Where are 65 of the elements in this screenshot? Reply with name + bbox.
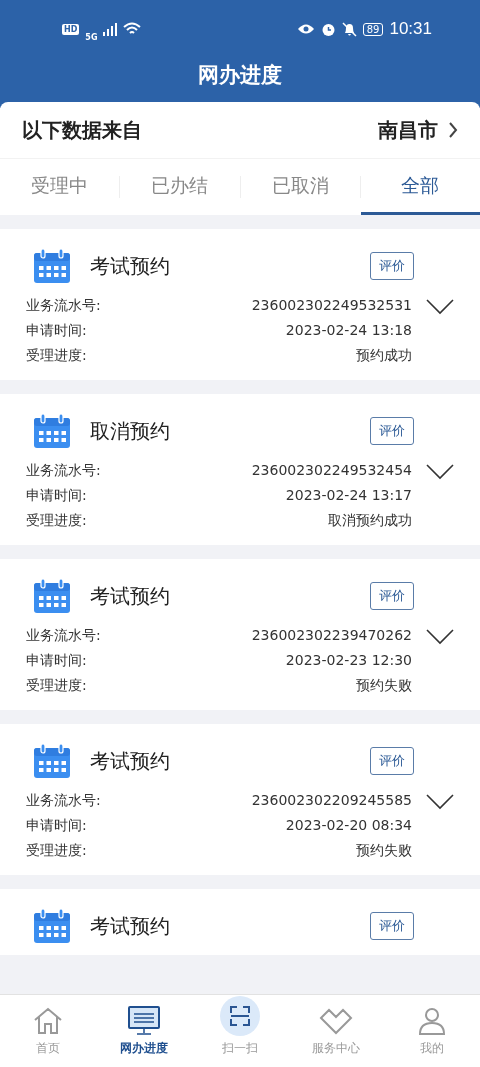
- field-label: 业务流水号:: [26, 461, 101, 480]
- field-label: 受理进度:: [26, 346, 87, 365]
- hd-badge: HD: [62, 23, 80, 35]
- network-label: 5G: [85, 32, 98, 42]
- scan-icon: [220, 996, 260, 1036]
- rate-button[interactable]: 评价: [370, 252, 414, 280]
- status-tab[interactable]: 已办结: [120, 159, 240, 215]
- calendar-icon: [34, 744, 70, 778]
- status-tab[interactable]: 已取消: [240, 159, 360, 215]
- record-title: 考试预约: [90, 912, 171, 940]
- field-label: 受理进度:: [26, 676, 87, 695]
- field-value: 取消预约成功: [328, 511, 412, 530]
- person-icon: [417, 1006, 447, 1036]
- status-time: 10:31: [389, 19, 432, 39]
- field-value: 2023-02-20 08:34: [285, 816, 412, 835]
- field-value: 2023-02-24 13:17: [285, 486, 412, 505]
- calendar-icon: [34, 414, 70, 448]
- rate-button[interactable]: 评价: [370, 582, 414, 610]
- bell-muted-icon: [341, 21, 357, 37]
- field-label: 申请时间:: [26, 816, 87, 835]
- signal-icon: [103, 22, 118, 36]
- rate-button[interactable]: 评价: [370, 912, 414, 940]
- field-value: 预约失败: [356, 841, 412, 860]
- rate-button[interactable]: 评价: [370, 417, 414, 445]
- alarm-icon: [320, 21, 336, 37]
- field-value: 2023-02-24 13:18: [285, 321, 412, 340]
- expand-chevron-icon[interactable]: [426, 794, 454, 810]
- chevron-right-icon: [448, 121, 458, 139]
- field-label: 受理进度:: [26, 511, 87, 530]
- field-label: 申请时间:: [26, 486, 87, 505]
- field-value: 预约失败: [356, 676, 412, 695]
- source-label: 以下数据来自: [22, 116, 142, 144]
- record-title: 考试预约: [90, 252, 171, 280]
- field-value: 2023-02-23 12:30: [285, 651, 412, 670]
- record-title: 考试预约: [90, 747, 171, 775]
- home-icon: [33, 1006, 63, 1036]
- field-label: 申请时间:: [26, 321, 87, 340]
- field-value: 236002302249532531: [251, 296, 412, 315]
- field-value: 236002302249532454: [251, 461, 412, 480]
- field-value: 236002302239470262: [251, 626, 412, 645]
- nav-tab[interactable]: 网办进度: [96, 995, 192, 1067]
- expand-chevron-icon[interactable]: [426, 299, 454, 315]
- expand-chevron-icon[interactable]: [426, 629, 454, 645]
- calendar-icon: [34, 579, 70, 613]
- calendar-icon: [34, 249, 70, 283]
- record-title: 考试预约: [90, 582, 171, 610]
- field-label: 业务流水号:: [26, 626, 101, 645]
- field-label: 业务流水号:: [26, 791, 101, 810]
- field-label: 业务流水号:: [26, 296, 101, 315]
- rate-button[interactable]: 评价: [370, 747, 414, 775]
- field-value: 预约成功: [356, 346, 412, 365]
- field-label: 申请时间:: [26, 651, 87, 670]
- wifi-icon: [123, 22, 142, 36]
- monitor-icon: [128, 1006, 160, 1036]
- eye-icon: [296, 23, 315, 35]
- record-title: 取消预约: [90, 417, 171, 445]
- calendar-icon: [34, 909, 70, 943]
- status-tab[interactable]: 受理中: [0, 159, 120, 215]
- field-value: 236002302209245585: [251, 791, 412, 810]
- city-selector[interactable]: 南昌市: [378, 116, 458, 144]
- page-title: 网办进度: [197, 62, 283, 89]
- battery-indicator: 89: [362, 22, 384, 36]
- status-tab[interactable]: 全部: [360, 159, 480, 215]
- expand-chevron-icon[interactable]: [426, 464, 454, 480]
- field-label: 受理进度:: [26, 841, 87, 860]
